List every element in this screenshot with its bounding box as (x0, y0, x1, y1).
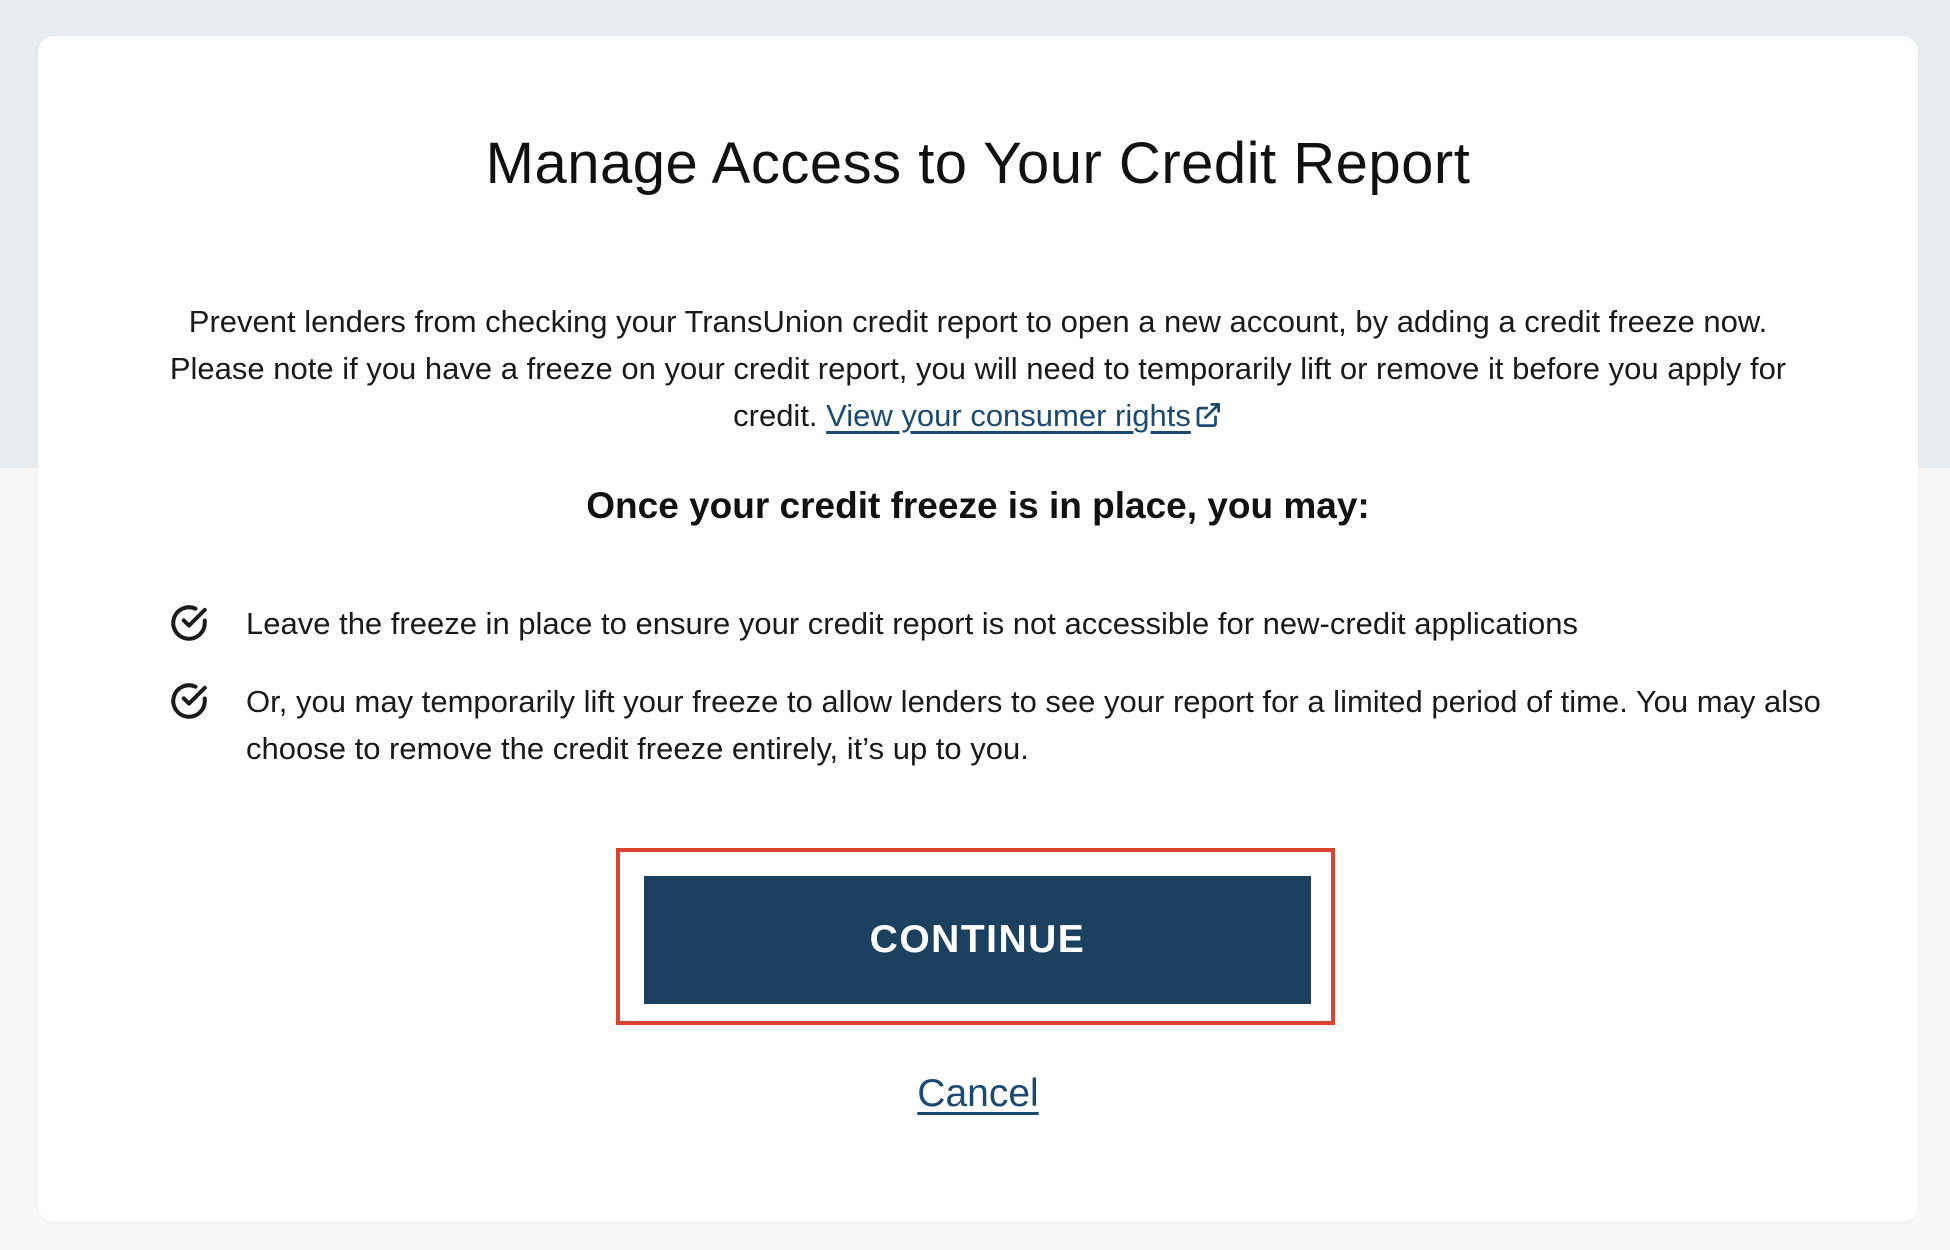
cancel-link[interactable]: Cancel (917, 1072, 1038, 1115)
intro-paragraph: Prevent lenders from checking your Trans… (150, 298, 1806, 439)
credit-freeze-card: Manage Access to Your Credit Report Prev… (38, 36, 1918, 1222)
benefit-item-leave-freeze: Leave the freeze in place to ensure your… (168, 600, 1848, 647)
continue-button[interactable]: CONTINUE (644, 876, 1311, 1004)
cancel-container: Cancel (38, 1068, 1918, 1120)
benefit-text: Or, you may temporarily lift your freeze… (246, 684, 1821, 766)
consumer-rights-link-label: View your consumer rights (826, 398, 1191, 433)
check-circle-icon (171, 605, 207, 641)
benefits-list: Leave the freeze in place to ensure your… (168, 600, 1848, 772)
consumer-rights-link[interactable]: View your consumer rights (826, 398, 1191, 433)
check-circle-icon (171, 683, 207, 719)
page-title: Manage Access to Your Credit Report (485, 131, 1471, 196)
external-link-icon[interactable] (1193, 400, 1223, 430)
benefit-item-lift-freeze: Or, you may temporarily lift your freeze… (168, 678, 1848, 772)
benefit-text: Leave the freeze in place to ensure your… (246, 606, 1578, 641)
benefits-heading: Once your credit freeze is in place, you… (586, 485, 1370, 526)
